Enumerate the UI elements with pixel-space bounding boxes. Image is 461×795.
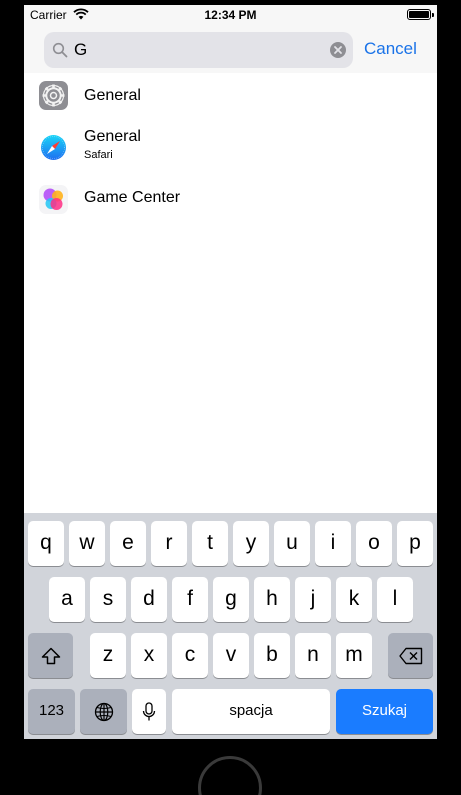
key-d[interactable]: d (131, 577, 167, 622)
key-u[interactable]: u (274, 521, 310, 566)
result-row-general[interactable]: General (24, 73, 437, 119)
search-input[interactable] (74, 36, 324, 64)
search-bar: Cancel (24, 25, 437, 73)
key-t[interactable]: t (192, 521, 228, 566)
key-i[interactable]: i (315, 521, 351, 566)
key-s[interactable]: s (90, 577, 126, 622)
result-title: General (84, 87, 141, 104)
globe-icon (94, 702, 113, 721)
key-e[interactable]: e (110, 521, 146, 566)
search-field[interactable] (44, 32, 353, 68)
battery-icon (407, 9, 434, 20)
search-icon (52, 42, 68, 58)
delete-icon (398, 647, 422, 664)
key-x[interactable]: x (131, 633, 167, 678)
globe-key[interactable] (80, 689, 127, 734)
key-j[interactable]: j (295, 577, 331, 622)
status-bar: Carrier 12:34 PM (24, 5, 437, 25)
key-y[interactable]: y (233, 521, 269, 566)
screen: Carrier 12:34 PM G Cancel General Genera… (24, 5, 437, 739)
numbers-key[interactable]: 123 (28, 689, 75, 734)
key-m[interactable]: m (336, 633, 372, 678)
cancel-button[interactable]: Cancel (364, 39, 417, 59)
microphone-icon (142, 701, 156, 720)
shift-key[interactable] (28, 633, 73, 678)
result-row-game-center[interactable]: Game Center (24, 175, 437, 225)
result-title: Game Center (84, 189, 181, 206)
status-time: 12:34 PM (204, 8, 257, 22)
result-subtitle: Safari (84, 149, 113, 161)
result-row-safari-general[interactable]: General Safari (24, 119, 437, 175)
gear-icon (39, 81, 68, 110)
key-c[interactable]: c (172, 633, 208, 678)
key-g[interactable]: g (213, 577, 249, 622)
key-p[interactable]: p (397, 521, 433, 566)
compass-icon (39, 133, 68, 162)
key-a[interactable]: a (49, 577, 85, 622)
device-bezel: Carrier 12:34 PM G Cancel General Genera… (0, 0, 461, 795)
clear-search-icon[interactable] (330, 42, 346, 58)
key-v[interactable]: v (213, 633, 249, 678)
key-q[interactable]: q (28, 521, 64, 566)
keyboard: q w e r t y u i o p a s d f g h j k l z … (24, 513, 437, 739)
home-button[interactable] (198, 756, 262, 795)
key-l[interactable]: l (377, 577, 413, 622)
key-w[interactable]: w (69, 521, 105, 566)
key-n[interactable]: n (295, 633, 331, 678)
game-center-icon (39, 185, 68, 214)
key-b[interactable]: b (254, 633, 290, 678)
shift-icon (41, 647, 60, 664)
dictation-key[interactable] (132, 689, 166, 734)
key-h[interactable]: h (254, 577, 290, 622)
home-area (0, 739, 461, 795)
space-key[interactable]: spacja (172, 689, 330, 734)
delete-key[interactable] (388, 633, 433, 678)
key-z[interactable]: z (90, 633, 126, 678)
search-return-key[interactable]: Szukaj (336, 689, 433, 734)
key-r[interactable]: r (151, 521, 187, 566)
key-k[interactable]: k (336, 577, 372, 622)
key-o[interactable]: o (356, 521, 392, 566)
key-f[interactable]: f (172, 577, 208, 622)
result-title: General (84, 128, 141, 145)
